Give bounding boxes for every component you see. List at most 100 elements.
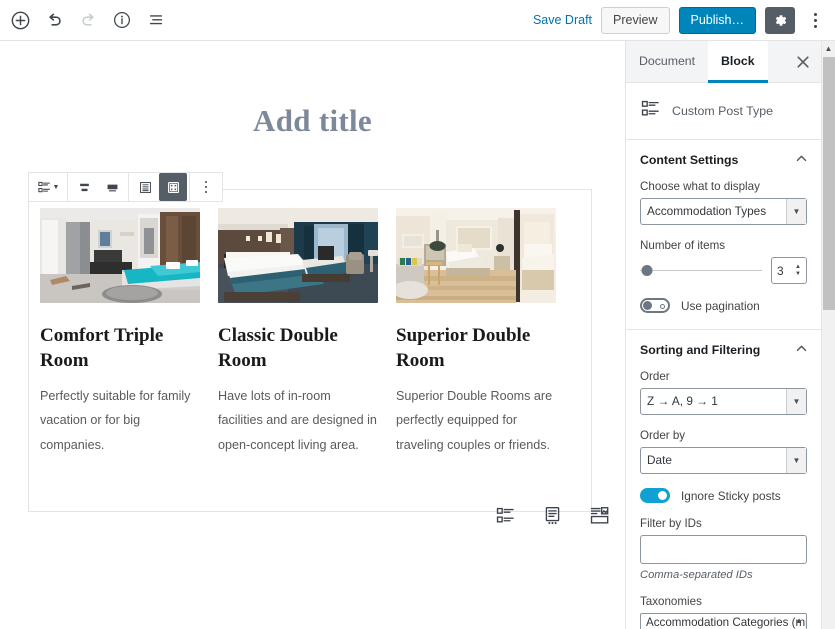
number-of-items-slider[interactable] bbox=[640, 263, 762, 279]
block-name-label: Custom Post Type bbox=[672, 104, 774, 118]
filter-by-ids-help: Comma-separated IDs bbox=[640, 569, 753, 581]
slider-thumb[interactable] bbox=[641, 265, 653, 276]
add-block-icon[interactable] bbox=[4, 4, 36, 36]
panel-sorting-filtering: Sorting and Filtering Order Z → A, 9 → 1… bbox=[626, 330, 821, 629]
alignment-group bbox=[68, 173, 129, 201]
gear-icon[interactable] bbox=[765, 6, 795, 34]
card-description[interactable]: Perfectly suitable for family vacation o… bbox=[40, 384, 200, 457]
view-mode-group bbox=[129, 173, 190, 201]
number-of-items-stepper[interactable]: 3 ▲ ▼ bbox=[771, 257, 807, 284]
card-title[interactable]: Comfort Triple Room bbox=[40, 323, 200, 373]
accommodation-card[interactable]: Superior Double Room Superior Double Roo… bbox=[396, 208, 556, 457]
chevron-down-icon: ▼ bbox=[52, 183, 60, 191]
settings-sidebar: Document Block Custom Post Type Content … bbox=[625, 41, 821, 629]
panel-sorting-filtering-header[interactable]: Sorting and Filtering bbox=[626, 330, 821, 370]
choose-display-label: Choose what to display bbox=[640, 180, 760, 193]
list-view-icon[interactable] bbox=[131, 173, 159, 201]
stepper-arrows[interactable]: ▲ ▼ bbox=[793, 264, 806, 277]
ignore-sticky-label: Ignore Sticky posts bbox=[681, 488, 781, 503]
order-select[interactable]: Z → A, 9 → 1 bbox=[640, 388, 807, 415]
chevron-up-icon[interactable]: ▲ bbox=[795, 264, 801, 270]
bedroom-photo-superior-double bbox=[396, 208, 556, 303]
use-pagination-label: Use pagination bbox=[681, 298, 760, 313]
chevron-up-icon: ▲ bbox=[795, 616, 803, 625]
ellipsis-vertical-icon[interactable] bbox=[804, 5, 826, 35]
toggle-knob bbox=[643, 301, 652, 310]
number-of-items-value[interactable]: 3 bbox=[772, 264, 793, 278]
align-wide-icon[interactable] bbox=[98, 173, 126, 201]
posts-list-block-icon[interactable] bbox=[539, 502, 565, 528]
scrollbar-thumb[interactable] bbox=[823, 57, 835, 310]
custom-post-type-block[interactable]: Comfort Triple Room Perfectly suitable f… bbox=[28, 189, 592, 512]
order-label: Order bbox=[640, 370, 670, 383]
toggle-ring bbox=[660, 303, 665, 309]
taxonomies-multiselect[interactable]: Accommodation Categories (mphb Accommoda… bbox=[640, 613, 807, 629]
post-title-placeholder[interactable]: Add title bbox=[0, 103, 625, 139]
field-use-pagination: Use pagination bbox=[640, 298, 807, 313]
order-by-select-wrap: Date ▼ bbox=[640, 447, 807, 474]
align-center-icon[interactable] bbox=[70, 173, 98, 201]
custom-post-type-icon[interactable]: ▼ bbox=[31, 173, 65, 201]
info-icon[interactable] bbox=[106, 4, 138, 36]
taxonomy-option[interactable]: Accommodation Categories (mphb bbox=[641, 614, 806, 629]
card-description[interactable]: Superior Double Rooms are perfectly equi… bbox=[396, 384, 556, 457]
bedroom-photo-classic-double bbox=[218, 208, 378, 303]
media-text-block-icon[interactable] bbox=[586, 502, 612, 528]
slider-track bbox=[640, 269, 762, 272]
ignore-sticky-toggle[interactable] bbox=[640, 488, 670, 503]
editor-body: Add title ▼ Comfort Triple Room Perfectl… bbox=[0, 41, 835, 629]
tab-block[interactable]: Block bbox=[708, 41, 768, 83]
taxonomies-label: Taxonomies bbox=[640, 595, 702, 608]
order-by-label: Order by bbox=[640, 429, 686, 442]
number-of-items-label: Number of items bbox=[640, 239, 726, 252]
redo-icon[interactable] bbox=[72, 4, 104, 36]
use-pagination-toggle[interactable] bbox=[640, 298, 670, 313]
block-navigation-icon[interactable] bbox=[140, 4, 172, 36]
sidebar-scroll-area: Custom Post Type Content Settings Choose… bbox=[626, 83, 821, 629]
filter-by-ids-label: Filter by IDs bbox=[640, 517, 702, 530]
filter-by-ids-input[interactable] bbox=[640, 535, 807, 564]
panel-content-settings-header[interactable]: Content Settings bbox=[626, 140, 821, 180]
top-bar-left-tools bbox=[4, 4, 172, 36]
wordpress-block-editor: Save Draft Preview Publish… Add title ▼ bbox=[0, 0, 835, 629]
order-by-select[interactable]: Date bbox=[640, 447, 807, 474]
field-ignore-sticky: Ignore Sticky posts bbox=[640, 488, 807, 503]
grid-view-icon[interactable] bbox=[159, 173, 187, 201]
field-choose-what-to-display: Choose what to display Accommodation Typ… bbox=[640, 180, 807, 225]
block-type-group: ▼ bbox=[29, 173, 68, 201]
card-description[interactable]: Have lots of in-room facilities and are … bbox=[218, 384, 378, 457]
accommodation-card[interactable]: Comfort Triple Room Perfectly suitable f… bbox=[40, 208, 200, 457]
panel-content-settings-body: Choose what to display Accommodation Typ… bbox=[626, 180, 821, 329]
accommodation-card[interactable]: Classic Double Room Have lots of in-room… bbox=[218, 208, 378, 457]
panel-content-settings: Content Settings Choose what to display … bbox=[626, 140, 821, 330]
chevron-up-icon bbox=[796, 153, 807, 167]
field-filter-by-ids: Filter by IDs Comma-separated IDs bbox=[640, 517, 807, 581]
custom-post-type-block-icon[interactable] bbox=[492, 502, 518, 528]
block-more-group bbox=[190, 173, 222, 201]
chevron-down-icon[interactable]: ▼ bbox=[795, 271, 801, 277]
close-icon[interactable] bbox=[785, 41, 821, 82]
save-draft-button[interactable]: Save Draft bbox=[533, 13, 592, 27]
page-scrollbar[interactable]: ▲ bbox=[821, 41, 835, 629]
publish-button[interactable]: Publish… bbox=[678, 6, 756, 34]
number-of-items-row: 3 ▲ ▼ bbox=[640, 257, 807, 284]
editor-canvas[interactable]: Add title ▼ Comfort Triple Room Perfectl… bbox=[0, 41, 625, 629]
tab-document[interactable]: Document bbox=[626, 41, 708, 83]
card-title[interactable]: Classic Double Room bbox=[218, 323, 378, 373]
undo-icon[interactable] bbox=[38, 4, 70, 36]
custom-post-type-icon bbox=[640, 98, 661, 124]
order-select-wrap: Z → A, 9 → 1 ▼ bbox=[640, 388, 807, 415]
ellipsis-vertical-icon[interactable] bbox=[192, 173, 220, 201]
chevron-up-icon bbox=[796, 343, 807, 357]
field-order-by: Order by Date ▼ bbox=[640, 429, 807, 474]
preview-button[interactable]: Preview bbox=[601, 6, 670, 34]
card-title[interactable]: Superior Double Room bbox=[396, 323, 556, 373]
choose-display-select-wrap: Accommodation Types ▼ bbox=[640, 198, 807, 225]
editor-top-bar: Save Draft Preview Publish… bbox=[0, 0, 835, 41]
toggle-knob bbox=[658, 491, 667, 500]
block-toolbar: ▼ bbox=[28, 172, 223, 202]
top-bar-right-tools: Save Draft Preview Publish… bbox=[533, 5, 826, 35]
scroll-up-arrow-icon[interactable]: ▲ bbox=[822, 41, 835, 56]
block-info: Custom Post Type bbox=[626, 83, 821, 140]
choose-display-select[interactable]: Accommodation Types bbox=[640, 198, 807, 225]
